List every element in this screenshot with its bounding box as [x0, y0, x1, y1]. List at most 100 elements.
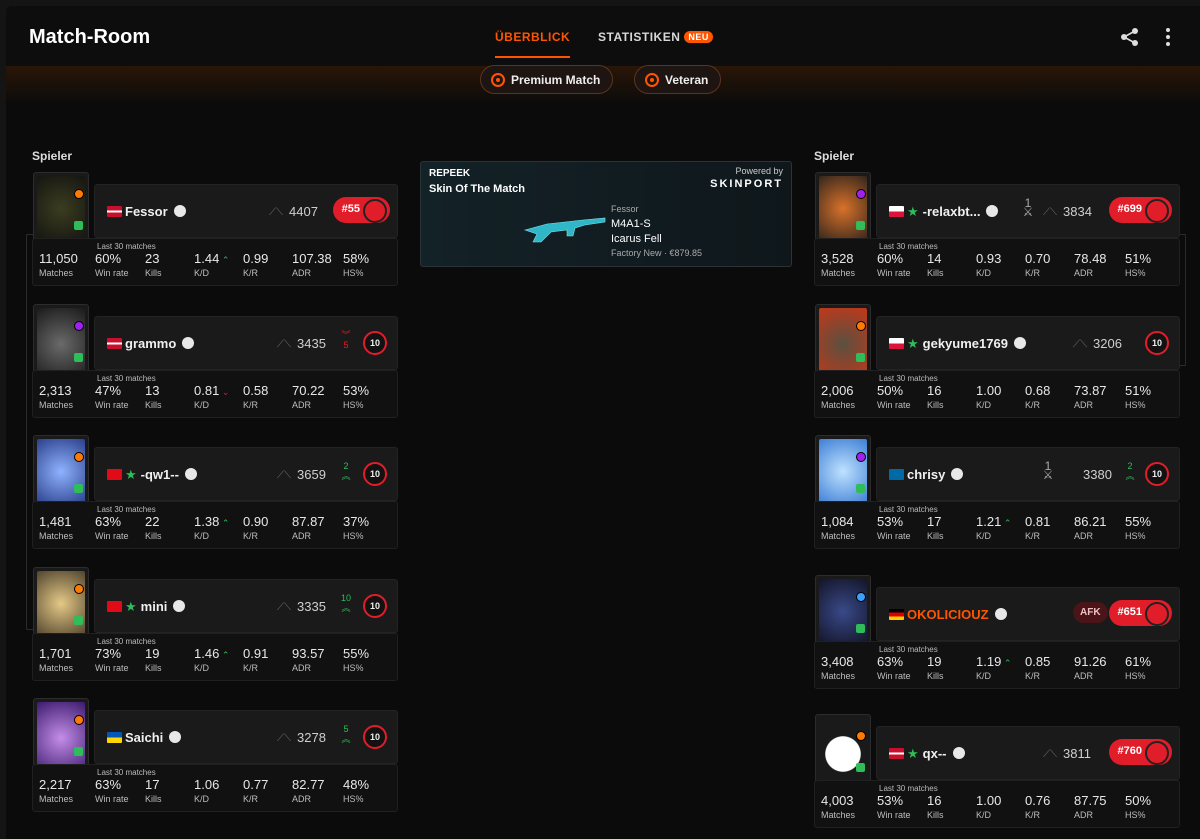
veteran-badge[interactable]: Veteran [634, 65, 722, 94]
stat-cell: 0.90 K/R [243, 514, 268, 541]
stat-label: HS% [343, 531, 364, 541]
stat-cell: 23 Kills [145, 251, 162, 278]
verified-icon [994, 608, 1007, 620]
player-name[interactable]: ★ -qw1-- [125, 467, 197, 483]
share-icon[interactable] [1119, 26, 1141, 48]
verified-icon [951, 468, 964, 480]
stat-value: 4,003 [821, 793, 854, 808]
stat-matches: 11,050 [39, 251, 78, 266]
stat-label: K/D [976, 400, 992, 410]
stat-cell: 0.99 K/R [243, 251, 268, 278]
player-card-right-3[interactable]: chrisy 1 ⚔ 3380 2 ︽ 10 Last 30 matches 1,0… [814, 435, 1180, 549]
stat-value: 63% [95, 777, 122, 792]
stat-label: K/R [243, 400, 259, 410]
stat-value: 61% [1125, 654, 1152, 669]
stat-label: K/D [976, 268, 992, 278]
more-menu-icon[interactable] [1157, 26, 1179, 48]
flag-icon [107, 469, 122, 480]
stat-cell: 1.19 ⌃ K/D [976, 654, 1011, 681]
rifle-icon [523, 217, 606, 243]
elo-delta: 10 ︽ [340, 593, 351, 613]
stat-cell: 1.00 K/D [976, 793, 1001, 820]
stat-cell: 0.68 K/R [1025, 383, 1050, 410]
player-name[interactable]: ★ mini [125, 599, 186, 615]
stat-cell: 2,313 Matches [39, 383, 73, 410]
skin-title: Skin Of The Match [429, 183, 525, 195]
elo-delta: 2 ︽ [1125, 461, 1135, 481]
stat-cell: 11,050 Matches [39, 251, 78, 278]
stat-label: Matches [821, 400, 856, 410]
last-30-label: Last 30 matches [97, 242, 156, 251]
player-name[interactable]: ★ gekyume1769 [907, 336, 1026, 352]
stat-cell: 107.38 ADR [292, 251, 332, 278]
stat-label: K/D [194, 400, 210, 410]
player-card-left-3[interactable]: ★ -qw1-- ⟋⟍ 3659 2 ︽ 10 Last 30 matches 1,… [32, 435, 398, 549]
player-name[interactable]: chrisy [907, 467, 964, 482]
stat-value: 55% [343, 646, 370, 661]
elo-value: 4407 [289, 204, 318, 219]
stat-value: 0.70 [1025, 251, 1051, 266]
player-name[interactable]: Fessor [125, 204, 186, 219]
stat-cell: 70.22 ADR [292, 383, 325, 410]
stat-label: Kills [927, 671, 944, 681]
trend-icon: ⟋⟍ [269, 207, 283, 218]
player-name[interactable]: Saichi [125, 730, 182, 745]
stat-cell: 16 Kills [927, 793, 944, 820]
stat-value: 0.77 [243, 777, 269, 792]
player-card-left-4[interactable]: ★ mini ⟋⟍ 3335 10 ︽ 10 Last 30 matches 1,7… [32, 567, 398, 681]
stat-value: 0.68 [1025, 383, 1051, 398]
stat-value: 48% [343, 777, 370, 792]
stat-label: K/D [194, 794, 210, 804]
team-left-label: Spieler [32, 149, 73, 163]
stat-value: 0.91 [243, 646, 269, 661]
stat-value: 87.87 [292, 514, 325, 529]
stat-cell: 14 Kills [927, 251, 944, 278]
stat-value: 0.58 [243, 383, 269, 398]
stat-kr: 0.99 [243, 251, 269, 266]
premium-match-badge[interactable]: Premium Match [480, 65, 614, 94]
stat-cell: 87.75 ADR [1074, 793, 1107, 820]
player-card-left-5[interactable]: Saichi ⟋⟍ 3278 5 ︽ 10 Last 30 matches 2,2… [32, 698, 398, 812]
player-card-right-5[interactable]: ★ qx-- ⟋⟍ 3811 #760 Last 30 matches 4,003… [814, 714, 1180, 828]
stat-value: 2,217 [39, 777, 72, 792]
stat-label: Kills [145, 400, 162, 410]
stat-kills: 23 [145, 251, 160, 266]
stat-kd: 1.44 [194, 251, 220, 266]
stat-cell: 1.00 K/D [976, 383, 1001, 410]
player-card-right-4[interactable]: OKOLICIOUZ AFK #651 Last 30 matches 3,40… [814, 575, 1180, 689]
player-card-left-1[interactable]: Fessor ⟋⟍ 4407 #55 Last 30 matches 11,05… [32, 172, 398, 286]
stat-cell: 82.77 ADR [292, 777, 325, 804]
stat-cell: 51% HS% [1125, 383, 1151, 410]
player-name[interactable]: ★ qx-- [907, 746, 965, 762]
stat-value: 16 [927, 793, 942, 808]
elo-value: 3435 [297, 336, 326, 351]
stat-value: 51% [1125, 383, 1152, 398]
stat-value: 53% [877, 514, 904, 529]
skin-of-the-match-card[interactable]: REPEEK Skin Of The Match Powered by SKIN… [420, 161, 792, 267]
verified-icon [169, 731, 182, 743]
match-room-window: Match-Room ÜBERBLICK STATISTIKEN NEU Prem… [6, 6, 1200, 839]
tab-statistics[interactable]: STATISTIKEN NEU [598, 30, 713, 44]
stat-cell: 61% HS% [1125, 654, 1151, 681]
stat-label: Matches [39, 400, 74, 410]
tab-overview[interactable]: ÜBERBLICK [495, 30, 571, 58]
player-card-right-1[interactable]: ★ -relaxbt... 1 ⚔ ⟋⟍ 3834 #699 Last 30 mat… [814, 172, 1180, 286]
player-name[interactable]: ★ -relaxbt... [907, 204, 999, 220]
stat-value: 0.90 [243, 514, 269, 529]
stat-cell: 37% HS% [343, 514, 369, 541]
player-name[interactable]: grammo [125, 336, 195, 351]
stat-cell: 1,701 Matches [39, 646, 73, 673]
player-name[interactable]: OKOLICIOUZ [907, 607, 1007, 622]
stat-label: K/D [194, 268, 210, 278]
stat-label: ADR [292, 400, 312, 410]
player-card-left-2[interactable]: grammo ⟋⟍ 3435 ︾ 5 10 Last 30 matches 2,3… [32, 304, 398, 418]
stat-value: 63% [95, 514, 122, 529]
stat-cell: 1.38 ⌃ K/D [194, 514, 229, 541]
player-card-right-2[interactable]: ★ gekyume1769 ⟋⟍ 3206 10 Last 30 matches … [814, 304, 1180, 418]
stat-label: K/R [1025, 531, 1041, 541]
stat-label: HS% [343, 663, 364, 673]
stat-cell: 63% Win rate [95, 514, 129, 541]
stat-cell: 3,528 Matches [821, 251, 855, 278]
stat-label: Win rate [95, 531, 129, 541]
shield-icon [74, 221, 83, 230]
